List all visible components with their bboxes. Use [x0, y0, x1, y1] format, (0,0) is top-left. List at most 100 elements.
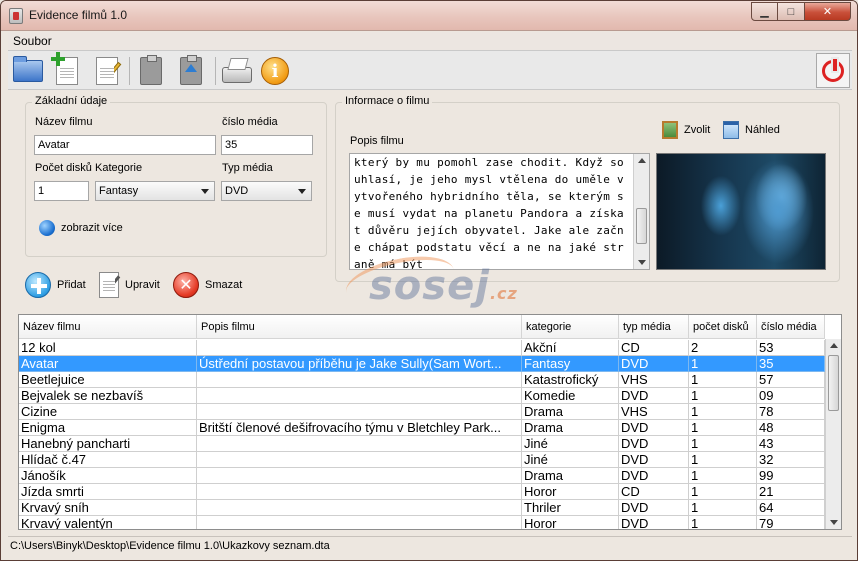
column-header[interactable]: počet disků [689, 315, 757, 339]
table-cell: 48 [757, 420, 825, 436]
table-cell [197, 516, 522, 529]
table-cell: 1 [689, 356, 757, 372]
paste-icon [180, 55, 202, 85]
table-row[interactable]: Krvavý sníh Thriler DVD 1 64 [19, 500, 825, 516]
category-select[interactable]: Fantasy [95, 181, 215, 201]
table-cell: 1 [689, 372, 757, 388]
edit-icon [99, 272, 121, 298]
table-cell: 43 [757, 436, 825, 452]
delete-button[interactable]: ✕ Smazat [173, 272, 242, 298]
watermark-logo: sosej.cz [369, 263, 518, 309]
table-cell: Hanebný pancharti [19, 436, 197, 452]
disc-count-input[interactable]: 1 [34, 181, 89, 201]
choose-image-button[interactable]: Zvolit [662, 121, 710, 139]
table-row[interactable]: Hlídač č.47 Jiné DVD 1 32 [19, 452, 825, 468]
table-cell: Thriler [522, 500, 619, 516]
table-row[interactable]: Cizine Drama VHS 1 78 [19, 404, 825, 420]
show-more-label: zobrazit více [61, 222, 123, 234]
table-cell: VHS [619, 404, 689, 420]
toolbar: i [8, 50, 852, 90]
table-cell: 57 [757, 372, 825, 388]
table-row[interactable]: Bejvalek se nezbavíš Komedie DVD 1 09 [19, 388, 825, 404]
table-cell: 99 [757, 468, 825, 484]
table-cell [197, 452, 522, 468]
print-button[interactable] [220, 54, 254, 88]
description-line: t důvěru jejích obyvatel. Jake ale začn [354, 224, 624, 237]
table-cell: VHS [619, 372, 689, 388]
table-cell: 1 [689, 484, 757, 500]
category-label: Kategorie [95, 162, 143, 174]
table-cell [197, 484, 522, 500]
edit-document-button[interactable] [90, 54, 124, 88]
table-scrollbar[interactable] [825, 339, 841, 529]
table-row[interactable]: 12 kol Akční CD 2 53 [19, 340, 825, 356]
table-cell: DVD [619, 420, 689, 436]
scroll-thumb[interactable] [828, 355, 839, 411]
add-icon [25, 272, 51, 298]
table-cell: Bejvalek se nezbavíš [19, 388, 197, 404]
column-header[interactable]: Popis filmu [197, 315, 522, 339]
table-cell: Britští členové dešifrovacího týmu v Ble… [197, 420, 522, 436]
preview-button[interactable]: Náhled [723, 121, 780, 139]
description-label: Popis filmu [350, 135, 404, 147]
show-more-button[interactable]: zobrazit více [39, 220, 123, 236]
table-cell: Hlídač č.47 [19, 452, 197, 468]
table-cell: 79 [757, 516, 825, 529]
table-cell: 32 [757, 452, 825, 468]
media-number-input[interactable]: 35 [221, 135, 313, 155]
title-bar[interactable]: Evidence filmů 1.0 ▁ □ ✕ [1, 1, 857, 31]
table-row[interactable]: Enigma Britští členové dešifrovacího týmu… [19, 420, 825, 436]
column-header[interactable]: kategorie [522, 315, 619, 339]
table-row[interactable]: Krvavý valentýn Horor DVD 1 79 [19, 516, 825, 529]
watermark-suffix: .cz [489, 284, 518, 303]
column-header[interactable]: typ média [619, 315, 689, 339]
table-row[interactable]: Avatar Ústřední postavou příběhu je Jake … [19, 356, 825, 372]
add-button[interactable]: Přidat [25, 272, 86, 298]
table-cell: DVD [619, 500, 689, 516]
globe-icon [39, 220, 55, 236]
table-cell: Jánošík [19, 468, 197, 484]
column-header[interactable]: Název filmu [19, 315, 197, 339]
media-type-select[interactable]: DVD [221, 181, 312, 201]
chevron-down-icon [298, 189, 306, 194]
delete-label: Smazat [205, 279, 243, 291]
table-row[interactable]: Hanebný pancharti Jiné DVD 1 43 [19, 436, 825, 452]
table-row[interactable]: Jízda smrti Horor CD 1 21 [19, 484, 825, 500]
scroll-up-icon [830, 343, 838, 348]
column-header[interactable]: číslo média [757, 315, 825, 339]
menu-soubor[interactable]: Soubor [13, 34, 52, 48]
table-cell: DVD [619, 516, 689, 529]
close-window-button[interactable]: ✕ [805, 2, 851, 21]
open-button[interactable] [11, 54, 45, 88]
new-button[interactable] [50, 52, 84, 88]
description-textarea[interactable]: který by mu pomohl zase chodit. Když so u… [349, 153, 650, 270]
maximize-button[interactable]: □ [778, 2, 805, 21]
description-line: uhlasí, je jeho mysl vtělena do uměle v [354, 173, 624, 186]
app-icon [9, 8, 23, 24]
status-bar: C:\Users\Binyk\Desktop\Evidence filmu 1.… [8, 536, 852, 556]
power-icon [822, 56, 844, 82]
table-cell: 35 [757, 356, 825, 372]
table-row[interactable]: Beetlejuice Katastrofický VHS 1 57 [19, 372, 825, 388]
exit-button[interactable] [816, 53, 850, 88]
table-cell [197, 436, 522, 452]
window-title: Evidence filmů 1.0 [29, 8, 128, 22]
info-icon: i [261, 57, 289, 85]
clipboard-button[interactable] [134, 54, 168, 88]
folder-icon [13, 56, 43, 82]
minimize-button[interactable]: ▁ [751, 2, 778, 21]
info-button[interactable]: i [258, 54, 292, 88]
description-scrollbar[interactable] [633, 154, 649, 269]
name-input[interactable]: Avatar [34, 135, 216, 155]
paste-button[interactable] [174, 54, 208, 88]
table-cell: Ústřední postavou příběhu je Jake Sully(… [197, 356, 522, 372]
table-row[interactable]: Jánošík Drama DVD 1 99 [19, 468, 825, 484]
scroll-thumb[interactable] [636, 208, 647, 244]
table-cell [197, 340, 522, 356]
table-cell: 09 [757, 388, 825, 404]
table-cell: 1 [689, 516, 757, 529]
table-cell [197, 468, 522, 484]
edit-button[interactable]: Upravit [99, 272, 160, 298]
chevron-down-icon [201, 189, 209, 194]
description-line: e chápat podstatu věcí a ne na jaké str [354, 241, 624, 254]
